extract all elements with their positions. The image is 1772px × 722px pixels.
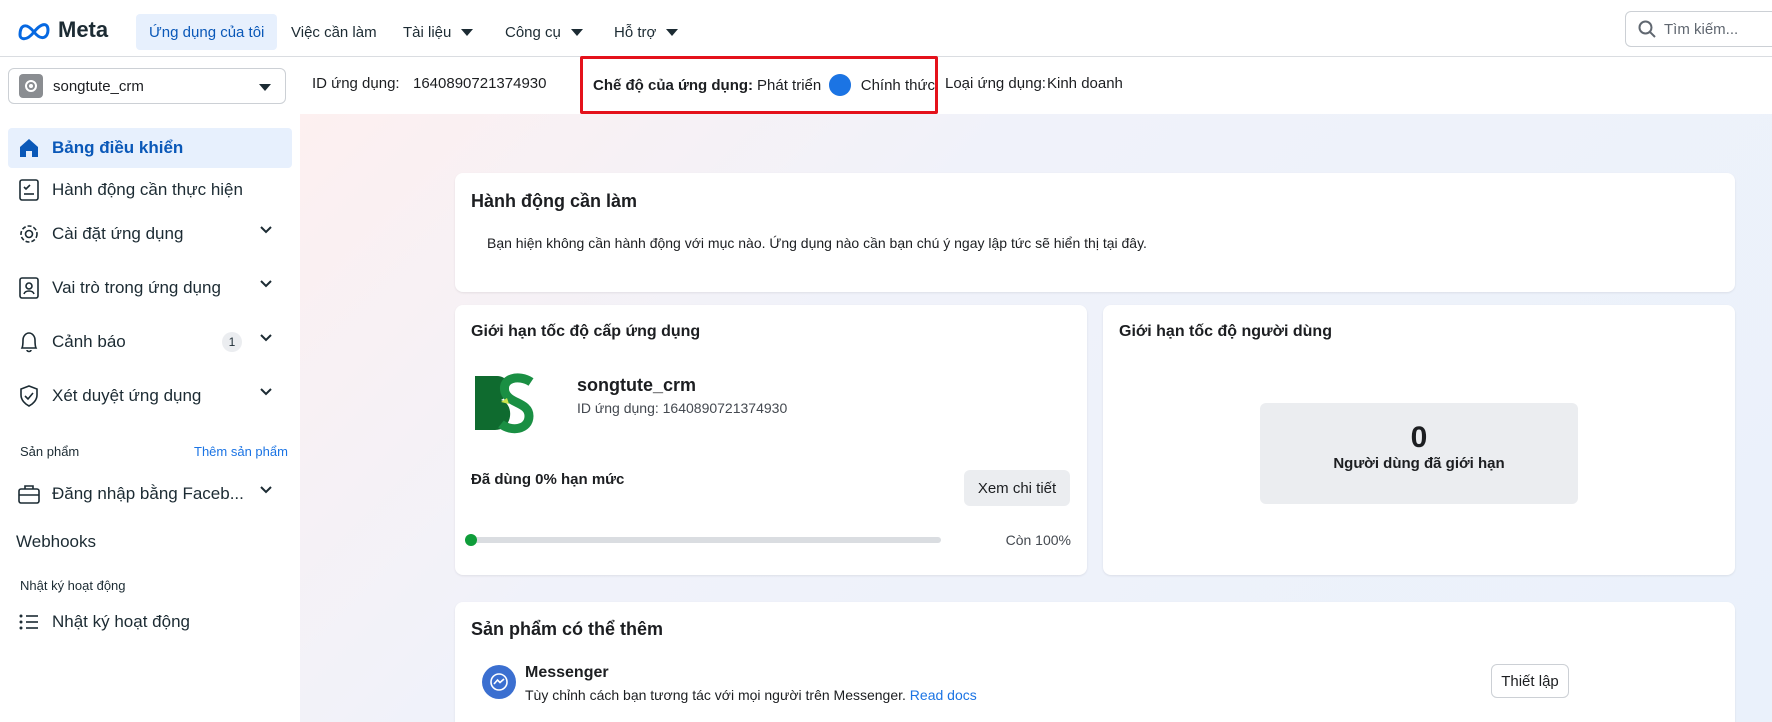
usage-progress-dot bbox=[465, 534, 477, 546]
mode-live-label: Chính thức bbox=[860, 76, 935, 94]
actions-card: Hành động cần làm Bạn hiện không cần hàn… bbox=[455, 173, 1735, 292]
app-selector[interactable]: songtute_crm bbox=[8, 68, 286, 104]
sidebar-item-label: Đăng nhập bằng Faceb... bbox=[52, 484, 244, 503]
restricted-users-count: 0 bbox=[1410, 421, 1428, 454]
nav-label: Việc cần làm bbox=[291, 23, 377, 41]
user-rate-limit-title: Giới hạn tốc độ người dùng bbox=[1119, 323, 1332, 340]
available-products-title: Sản phẩm có thể thêm bbox=[471, 619, 664, 639]
checklist-icon bbox=[16, 177, 42, 203]
activity-section-label: Nhật ký hoạt động bbox=[20, 578, 126, 593]
chevron-down-icon bbox=[260, 388, 272, 396]
app-rate-limit-card: Giới hạn tốc độ cấp ứng dụng songtute_cr… bbox=[455, 305, 1087, 575]
toggle-knob bbox=[828, 74, 851, 96]
app-type-label: Loại ứng dụng: bbox=[945, 75, 1046, 92]
search-box[interactable] bbox=[1625, 11, 1772, 47]
mode-label: Chế độ của ứng dụng: bbox=[593, 76, 754, 94]
sidebar-item-actions[interactable]: Hành động cần thực hiện bbox=[8, 170, 292, 210]
read-docs-link[interactable]: Read docs bbox=[910, 687, 977, 703]
caret-down-icon bbox=[259, 84, 271, 91]
rate-app-name: songtute_crm bbox=[577, 375, 697, 395]
sidebar-item-webhooks[interactable]: Webhooks bbox=[8, 522, 292, 562]
user-rate-limit-card: Giới hạn tốc độ người dùng 0 Người dùng … bbox=[1103, 305, 1735, 575]
logo-text: Meta bbox=[58, 17, 109, 42]
messenger-icon bbox=[482, 665, 516, 699]
sidebar-item-label: Webhooks bbox=[16, 532, 97, 551]
nav-docs[interactable]: Tài liệu bbox=[390, 14, 486, 50]
app-mode-highlight: Chế độ của ứng dụng: Phát triển Chính th… bbox=[580, 56, 938, 114]
usage-progress-track bbox=[465, 534, 941, 546]
chevron-down-icon bbox=[260, 280, 272, 288]
actions-card-message: Bạn hiện không cần hành động với mục nào… bbox=[487, 235, 1147, 251]
chevron-down-icon bbox=[260, 486, 272, 494]
app-mode-toggle[interactable] bbox=[828, 74, 851, 96]
app-selector-name: songtute_crm bbox=[53, 77, 144, 95]
sidebar-item-label: Cảnh báo bbox=[52, 332, 126, 351]
chevron-down-icon bbox=[260, 226, 272, 234]
products-section-label: Sản phẩm bbox=[20, 444, 80, 459]
sidebar-item-app-settings[interactable]: Cài đặt ứng dụng bbox=[8, 214, 292, 254]
sidebar-item-app-roles[interactable]: Vai trò trong ứng dụng bbox=[8, 268, 292, 308]
sidebar-item-dashboard[interactable]: Bảng điều khiển bbox=[8, 128, 292, 168]
home-icon bbox=[16, 135, 42, 161]
nav-label: Ứng dụng của tôi bbox=[149, 23, 265, 41]
id-badge-icon bbox=[16, 275, 42, 301]
mode-dev-label: Phát triển bbox=[757, 76, 822, 94]
restricted-users-box: 0 Người dùng đã giới hạn bbox=[1260, 403, 1578, 504]
gear-icon bbox=[16, 221, 42, 247]
sidebar: Bảng điều khiển Hành động cần thực hiện … bbox=[0, 114, 300, 722]
nav-my-apps[interactable]: Ứng dụng của tôi bbox=[136, 14, 278, 50]
meta-logo[interactable]: Meta bbox=[16, 17, 108, 43]
caret-down-icon bbox=[461, 28, 474, 36]
caret-down-icon bbox=[570, 28, 583, 36]
nav-label: Hỗ trợ bbox=[614, 23, 657, 41]
sidebar-item-activity-log[interactable]: Nhật ký hoạt động bbox=[8, 602, 292, 642]
sidebar-item-alerts[interactable]: Cảnh báo 1 bbox=[8, 322, 292, 362]
usage-label: Đã dùng 0% hạn mức bbox=[471, 471, 625, 488]
meta-infinity-icon bbox=[18, 23, 50, 41]
restricted-users-label: Người dùng đã giới hạn bbox=[1333, 455, 1505, 472]
top-navigation: Meta Ứng dụng của tôi Việc cần làm Tài l… bbox=[0, 0, 1772, 57]
product-description: Tùy chỉnh cách bạn tương tác với mọi ngư… bbox=[525, 687, 906, 703]
briefcase-icon bbox=[16, 481, 42, 507]
sidebar-item-label: Cài đặt ứng dụng bbox=[52, 224, 184, 243]
nav-label: Công cụ bbox=[505, 23, 561, 41]
sidebar-item-app-review[interactable]: Xét duyệt ứng dụng bbox=[8, 376, 292, 416]
sidebar-item-label: Hành động cần thực hiện bbox=[52, 180, 243, 199]
sidebar-item-facebook-login[interactable]: Đăng nhập bằng Faceb... bbox=[8, 474, 292, 514]
sidebar-item-label: Xét duyệt ứng dụng bbox=[52, 386, 202, 405]
nav-label: Tài liệu bbox=[403, 23, 452, 41]
actions-card-title: Hành động cần làm bbox=[471, 191, 638, 211]
search-icon bbox=[1638, 20, 1656, 38]
product-description-line: Tùy chỉnh cách bạn tương tác với mọi ngư… bbox=[525, 687, 977, 703]
caret-down-icon bbox=[666, 28, 679, 36]
view-details-button[interactable]: Xem chi tiết bbox=[964, 470, 1070, 506]
available-products-card: Sản phẩm có thể thêm Messenger Tùy chỉnh… bbox=[455, 602, 1735, 722]
product-name: Messenger bbox=[525, 664, 609, 681]
app-id-value: 1640890721374930 bbox=[413, 75, 547, 92]
nav-tools[interactable]: Công cụ bbox=[492, 14, 596, 50]
app-id-label: ID ứng dụng: bbox=[312, 75, 400, 92]
nav-support[interactable]: Hỗ trợ bbox=[601, 14, 691, 50]
sidebar-item-label: Vai trò trong ứng dụng bbox=[52, 278, 221, 297]
app-rate-limit-title: Giới hạn tốc độ cấp ứng dụng bbox=[471, 323, 701, 340]
list-icon bbox=[16, 609, 42, 635]
shield-check-icon bbox=[16, 383, 42, 409]
chevron-down-icon bbox=[260, 334, 272, 342]
setup-button[interactable]: Thiết lập bbox=[1491, 664, 1569, 698]
remaining-label: Còn 100% bbox=[1005, 532, 1071, 548]
search-input[interactable] bbox=[1664, 20, 1772, 38]
rate-app-id: ID ứng dụng: 1640890721374930 bbox=[577, 400, 788, 416]
sidebar-item-label: Bảng điều khiển bbox=[52, 138, 184, 157]
sidebar-item-label: Nhật ký hoạt động bbox=[52, 612, 190, 631]
main-content: Hành động cần làm Bạn hiện không cần hàn… bbox=[300, 114, 1772, 722]
app-type-value: Kinh doanh bbox=[1047, 75, 1123, 92]
app-gear-icon bbox=[19, 74, 43, 98]
bell-icon bbox=[16, 329, 42, 355]
alert-count-badge: 1 bbox=[222, 332, 242, 352]
app-logo bbox=[471, 372, 534, 435]
nav-todo[interactable]: Việc cần làm bbox=[278, 14, 390, 50]
add-product-link[interactable]: Thêm sản phẩm bbox=[194, 444, 288, 459]
